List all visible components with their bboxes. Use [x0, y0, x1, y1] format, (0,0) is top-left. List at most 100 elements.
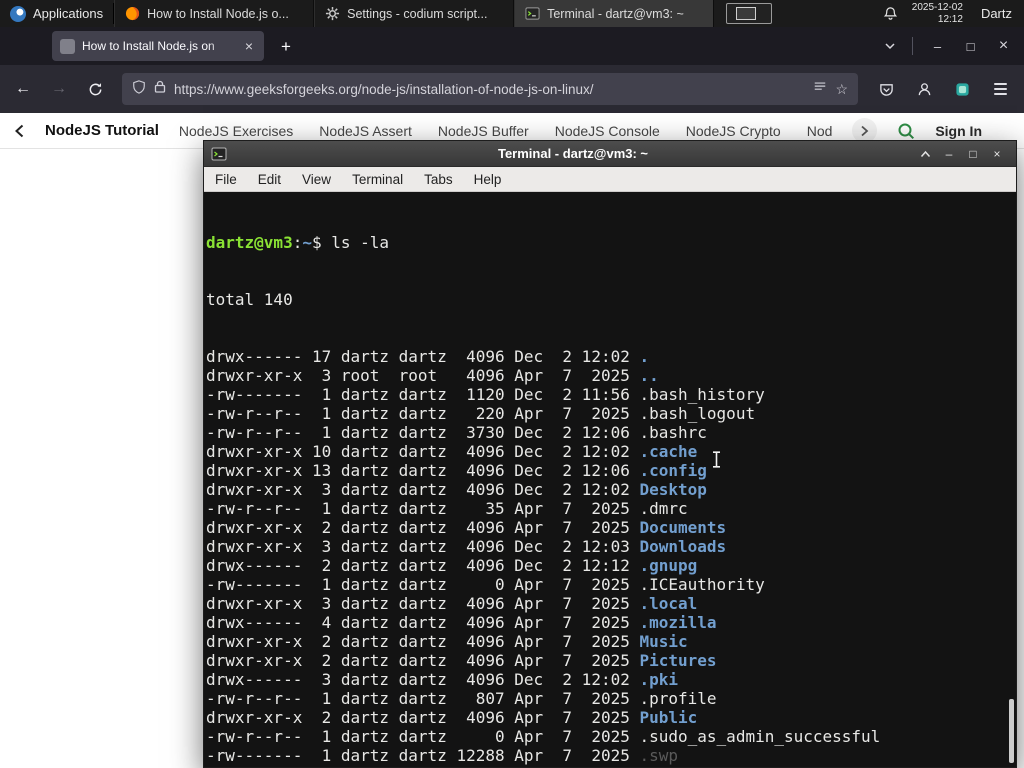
- terminal-line: -rw-r--r-- 1 dartz dartz 807 Apr 7 2025 …: [206, 689, 1016, 708]
- menu-view[interactable]: View: [302, 172, 331, 187]
- new-tab-button[interactable]: +: [274, 35, 298, 58]
- clock[interactable]: 2025-12-02 12:12: [912, 2, 963, 25]
- tab-favicon: [60, 38, 75, 54]
- list-all-tabs-icon[interactable]: [876, 34, 904, 58]
- window-close-button[interactable]: ×: [987, 32, 1020, 60]
- user-menu[interactable]: Dartz: [977, 6, 1016, 21]
- firefox-icon: [124, 6, 140, 22]
- minimize-window-icon[interactable]: –: [937, 148, 961, 160]
- terminal-line: drwxr-xr-x 2 dartz dartz 4096 Apr 7 2025…: [206, 518, 1016, 537]
- site-nav-item-active[interactable]: NodeJS Tutorial: [45, 122, 159, 139]
- prompt-separator: :: [292, 233, 303, 252]
- applications-menu-button[interactable]: Applications: [0, 0, 113, 27]
- tab-title: How to Install Node.js on: [82, 39, 215, 53]
- shade-window-icon[interactable]: [913, 150, 937, 158]
- terminal-line: drwxr-xr-x 2 dartz dartz 4096 Apr 7 2025…: [206, 651, 1016, 670]
- workspace-window-thumb: [736, 7, 757, 20]
- close-window-icon[interactable]: ×: [985, 148, 1009, 160]
- file-meta: drwxr-xr-x 3 dartz dartz 4096 Apr 7 2025: [206, 594, 640, 613]
- menu-icon[interactable]: [984, 83, 1016, 95]
- clock-time: 12:12: [937, 13, 963, 25]
- notification-bell-icon[interactable]: [883, 6, 898, 21]
- desktop-screen: Applications How to Install Node.js o...…: [0, 0, 1024, 768]
- terminal-line: -rw------- 1 dartz dartz 0 Apr 7 2025 .I…: [206, 575, 1016, 594]
- maximize-window-icon[interactable]: □: [961, 148, 985, 160]
- site-nav-item[interactable]: NodeJS DNS: [807, 123, 833, 139]
- terminal-scrollbar-thumb[interactable]: [1009, 699, 1014, 763]
- applications-label: Applications: [33, 6, 104, 21]
- file-name: ..: [639, 366, 659, 385]
- titlebar-separator: [912, 37, 913, 55]
- top-panel: Applications How to Install Node.js o...…: [0, 0, 1024, 27]
- tab-bar: How to Install Node.js on × + – □ ×: [0, 27, 1024, 65]
- titlebar-controls: – □ ×: [876, 27, 1024, 65]
- workspace-switcher[interactable]: [726, 3, 773, 24]
- terminal-line: drwxr-xr-x 2 dartz dartz 4096 Apr 7 2025…: [206, 632, 1016, 651]
- menu-terminal[interactable]: Terminal: [352, 172, 403, 187]
- file-name: .local: [639, 594, 698, 613]
- window-minimize-button[interactable]: –: [921, 34, 954, 59]
- file-name: .pki: [639, 670, 679, 689]
- file-meta: drwx------ 2 dartz dartz 4096 Dec 2 12:1…: [206, 556, 640, 575]
- file-meta: -rw-r--r-- 1 dartz dartz 807 Apr 7 2025: [206, 689, 640, 708]
- terminal-prompt-line: dartz@vm3:~$ ls -la: [206, 233, 1016, 252]
- back-button[interactable]: ←: [8, 80, 38, 98]
- terminal-titlebar[interactable]: Terminal - dartz@vm3: ~ – □ ×: [204, 141, 1016, 167]
- file-name: .bash_logout: [639, 404, 756, 423]
- terminal-line: drwx------ 2 dartz dartz 4096 Dec 2 12:1…: [206, 556, 1016, 575]
- forward-button[interactable]: →: [44, 80, 74, 98]
- window-maximize-button[interactable]: □: [954, 34, 987, 59]
- menu-file[interactable]: File: [215, 172, 237, 187]
- file-meta: drwx------ 3 dartz dartz 4096 Dec 2 12:0…: [206, 670, 640, 689]
- menu-edit[interactable]: Edit: [258, 172, 281, 187]
- site-nav-item[interactable]: NodeJS Assert: [319, 123, 412, 139]
- file-meta: -rw------- 1 dartz dartz 12288 Apr 7 202…: [206, 746, 640, 765]
- sign-in-button[interactable]: Sign In: [935, 123, 1010, 139]
- taskbar-button[interactable]: How to Install Node.js o...: [114, 0, 315, 27]
- taskbar-button[interactable]: Terminal - dartz@vm3: ~: [514, 0, 715, 27]
- taskbar-button[interactable]: Settings - codium script...: [314, 0, 515, 27]
- account-icon[interactable]: [908, 82, 940, 97]
- file-name: Downloads: [639, 537, 727, 556]
- file-meta: drwx------ 4 dartz dartz 4096 Apr 7 2025: [206, 613, 640, 632]
- terminal-line: drwx------ 3 dartz dartz 4096 Dec 2 12:0…: [206, 670, 1016, 689]
- bookmark-star-icon[interactable]: ☆: [835, 81, 848, 98]
- file-meta: -rw------- 1 dartz dartz 0 Apr 7 2025: [206, 575, 640, 594]
- prompt-symbol: $: [311, 233, 332, 252]
- extension-icon[interactable]: [946, 82, 978, 97]
- lock-icon[interactable]: [154, 80, 166, 98]
- search-icon[interactable]: [897, 122, 915, 140]
- command-text: ls -la: [331, 233, 390, 252]
- nav-scroll-left-icon[interactable]: [14, 124, 25, 138]
- site-nav-item[interactable]: NodeJS Exercises: [179, 123, 293, 139]
- file-meta: drwxr-xr-x 3 dartz dartz 4096 Dec 2 12:0…: [206, 480, 640, 499]
- tab-close-icon[interactable]: ×: [242, 38, 256, 54]
- menu-tabs[interactable]: Tabs: [424, 172, 453, 187]
- menu-help[interactable]: Help: [474, 172, 502, 187]
- browser-tab[interactable]: How to Install Node.js on ×: [52, 31, 264, 61]
- terminal-line: -rw------- 1 dartz dartz 1120 Dec 2 11:5…: [206, 385, 1016, 404]
- clock-date: 2025-12-02: [911, 2, 963, 13]
- file-meta: drwxr-xr-x 2 dartz dartz 4096 Apr 7 2025: [206, 708, 640, 727]
- prompt-user-host: dartz@vm3: [206, 233, 293, 252]
- tracking-protection-shield-icon[interactable]: [132, 79, 146, 99]
- terminal-output[interactable]: dartz@vm3:~$ ls -la total 140 drwx------…: [204, 192, 1016, 767]
- url-text: https://www.geeksforgeeks.org/node-js/in…: [174, 81, 594, 97]
- reader-view-icon[interactable]: [813, 80, 827, 99]
- reload-button[interactable]: [80, 82, 110, 97]
- taskbar-button-title: How to Install Node.js o...: [147, 6, 289, 21]
- terminal-line: drwxr-xr-x 2 dartz dartz 4096 Apr 7 2025…: [206, 765, 1016, 767]
- site-nav-item[interactable]: NodeJS Crypto: [686, 123, 781, 139]
- file-meta: drwx------ 17 dartz dartz 4096 Dec 2 12:…: [206, 347, 640, 366]
- navigation-toolbar: ← → https://www.geeksforgeeks.org/node-j…: [0, 65, 1024, 113]
- site-nav-items: NodeJS Exercises NodeJS Assert NodeJS Buff…: [179, 123, 832, 139]
- file-meta: -rw-r--r-- 1 dartz dartz 35 Apr 7 2025: [206, 499, 640, 518]
- url-bar[interactable]: https://www.geeksforgeeks.org/node-js/in…: [122, 73, 858, 105]
- pocket-icon[interactable]: [870, 82, 902, 97]
- site-nav-item[interactable]: NodeJS Buffer: [438, 123, 529, 139]
- taskbar-buttons: How to Install Node.js o... Settings - co…: [114, 0, 715, 27]
- file-meta: drwxr-xr-x 2 dartz dartz 4096 Apr 7 2025: [206, 765, 639, 767]
- terminal-line: -rw------- 1 dartz dartz 12288 Apr 7 202…: [206, 746, 1016, 765]
- site-nav-item[interactable]: NodeJS Console: [555, 123, 660, 139]
- file-name: Pictures: [639, 651, 717, 670]
